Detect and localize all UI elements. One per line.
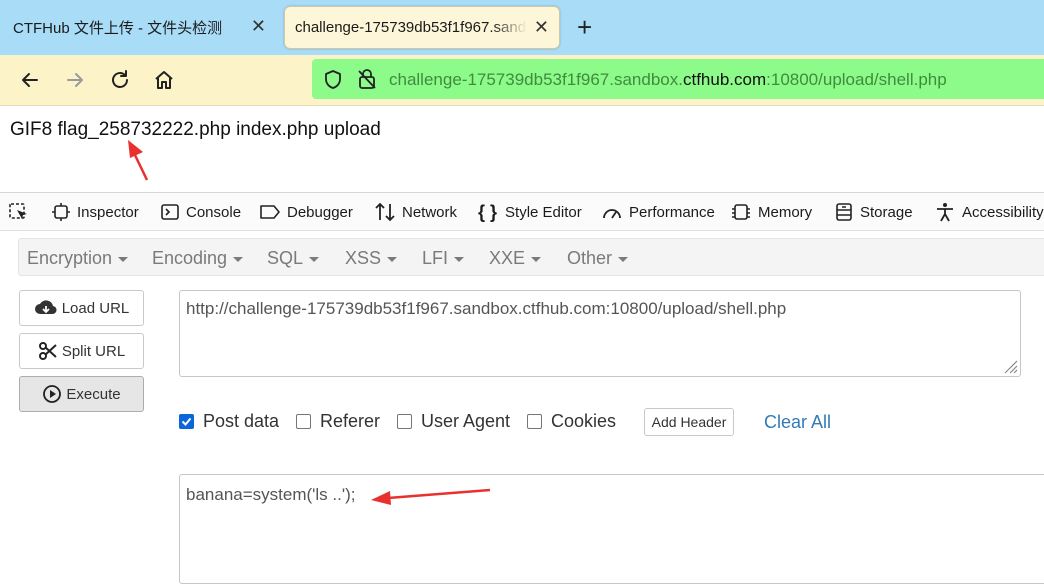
annotation-arrow-left xyxy=(371,488,491,505)
devtools-panel: Inspector Console Debugger Network { } S… xyxy=(0,192,1044,584)
